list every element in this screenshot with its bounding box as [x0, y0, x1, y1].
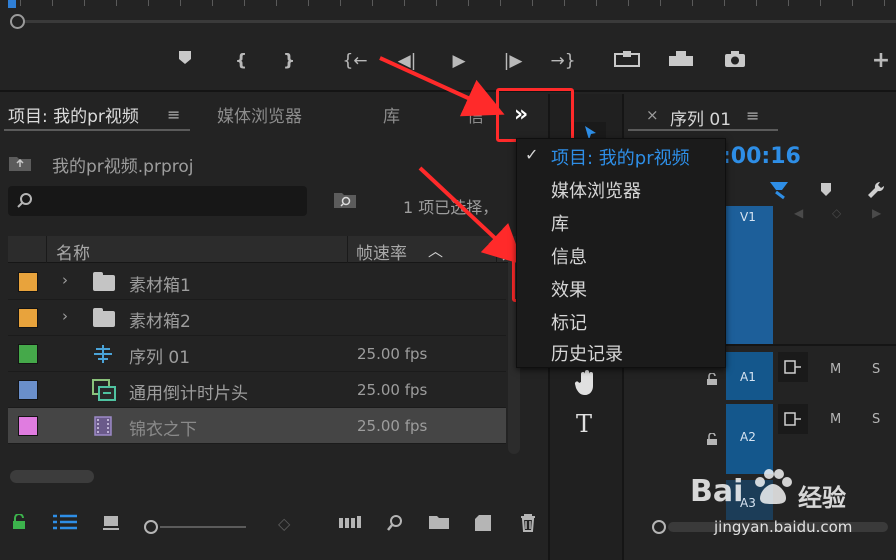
watermark-brand: Bai [690, 474, 744, 509]
watermark-url: jingyan.baidu.com [714, 518, 853, 536]
checkmark-icon: ✓ [525, 145, 539, 164]
menu-item-info[interactable]: 信息 [517, 238, 725, 271]
menu-item-effects[interactable]: 效果 [517, 271, 725, 304]
baidu-watermark: Bai 经验 jingyan.baidu.com [690, 462, 890, 542]
menu-item-history[interactable]: 历史记录 [517, 337, 725, 369]
menu-item-label: 效果 [551, 280, 587, 301]
premiere-workspace: { } {← ◀| ▶ |▶ →} + 项目: 我的pr视频 ≡ 媒体浏览器 库… [0, 0, 896, 560]
watermark-brand-2: 经验 [798, 484, 846, 512]
menu-item-label: 库 [551, 214, 569, 235]
menu-item-label: 项目: 我的pr视频 [551, 148, 690, 169]
paw-logo-icon [752, 468, 792, 512]
menu-item-label: 标记 [551, 313, 587, 334]
menu-item-label: 信息 [551, 247, 587, 268]
menu-item-libraries[interactable]: 库 [517, 205, 725, 238]
menu-item-project[interactable]: ✓ 项目: 我的pr视频 [517, 139, 725, 172]
panel-overflow-menu: ✓ 项目: 我的pr视频 媒体浏览器 库 信息 效果 标记 历史记录 [516, 138, 726, 368]
menu-item-media-browser[interactable]: 媒体浏览器 [517, 172, 725, 205]
menu-item-label: 媒体浏览器 [551, 181, 641, 202]
menu-item-markers[interactable]: 标记 [517, 304, 725, 337]
menu-item-label: 历史记录 [551, 344, 623, 365]
